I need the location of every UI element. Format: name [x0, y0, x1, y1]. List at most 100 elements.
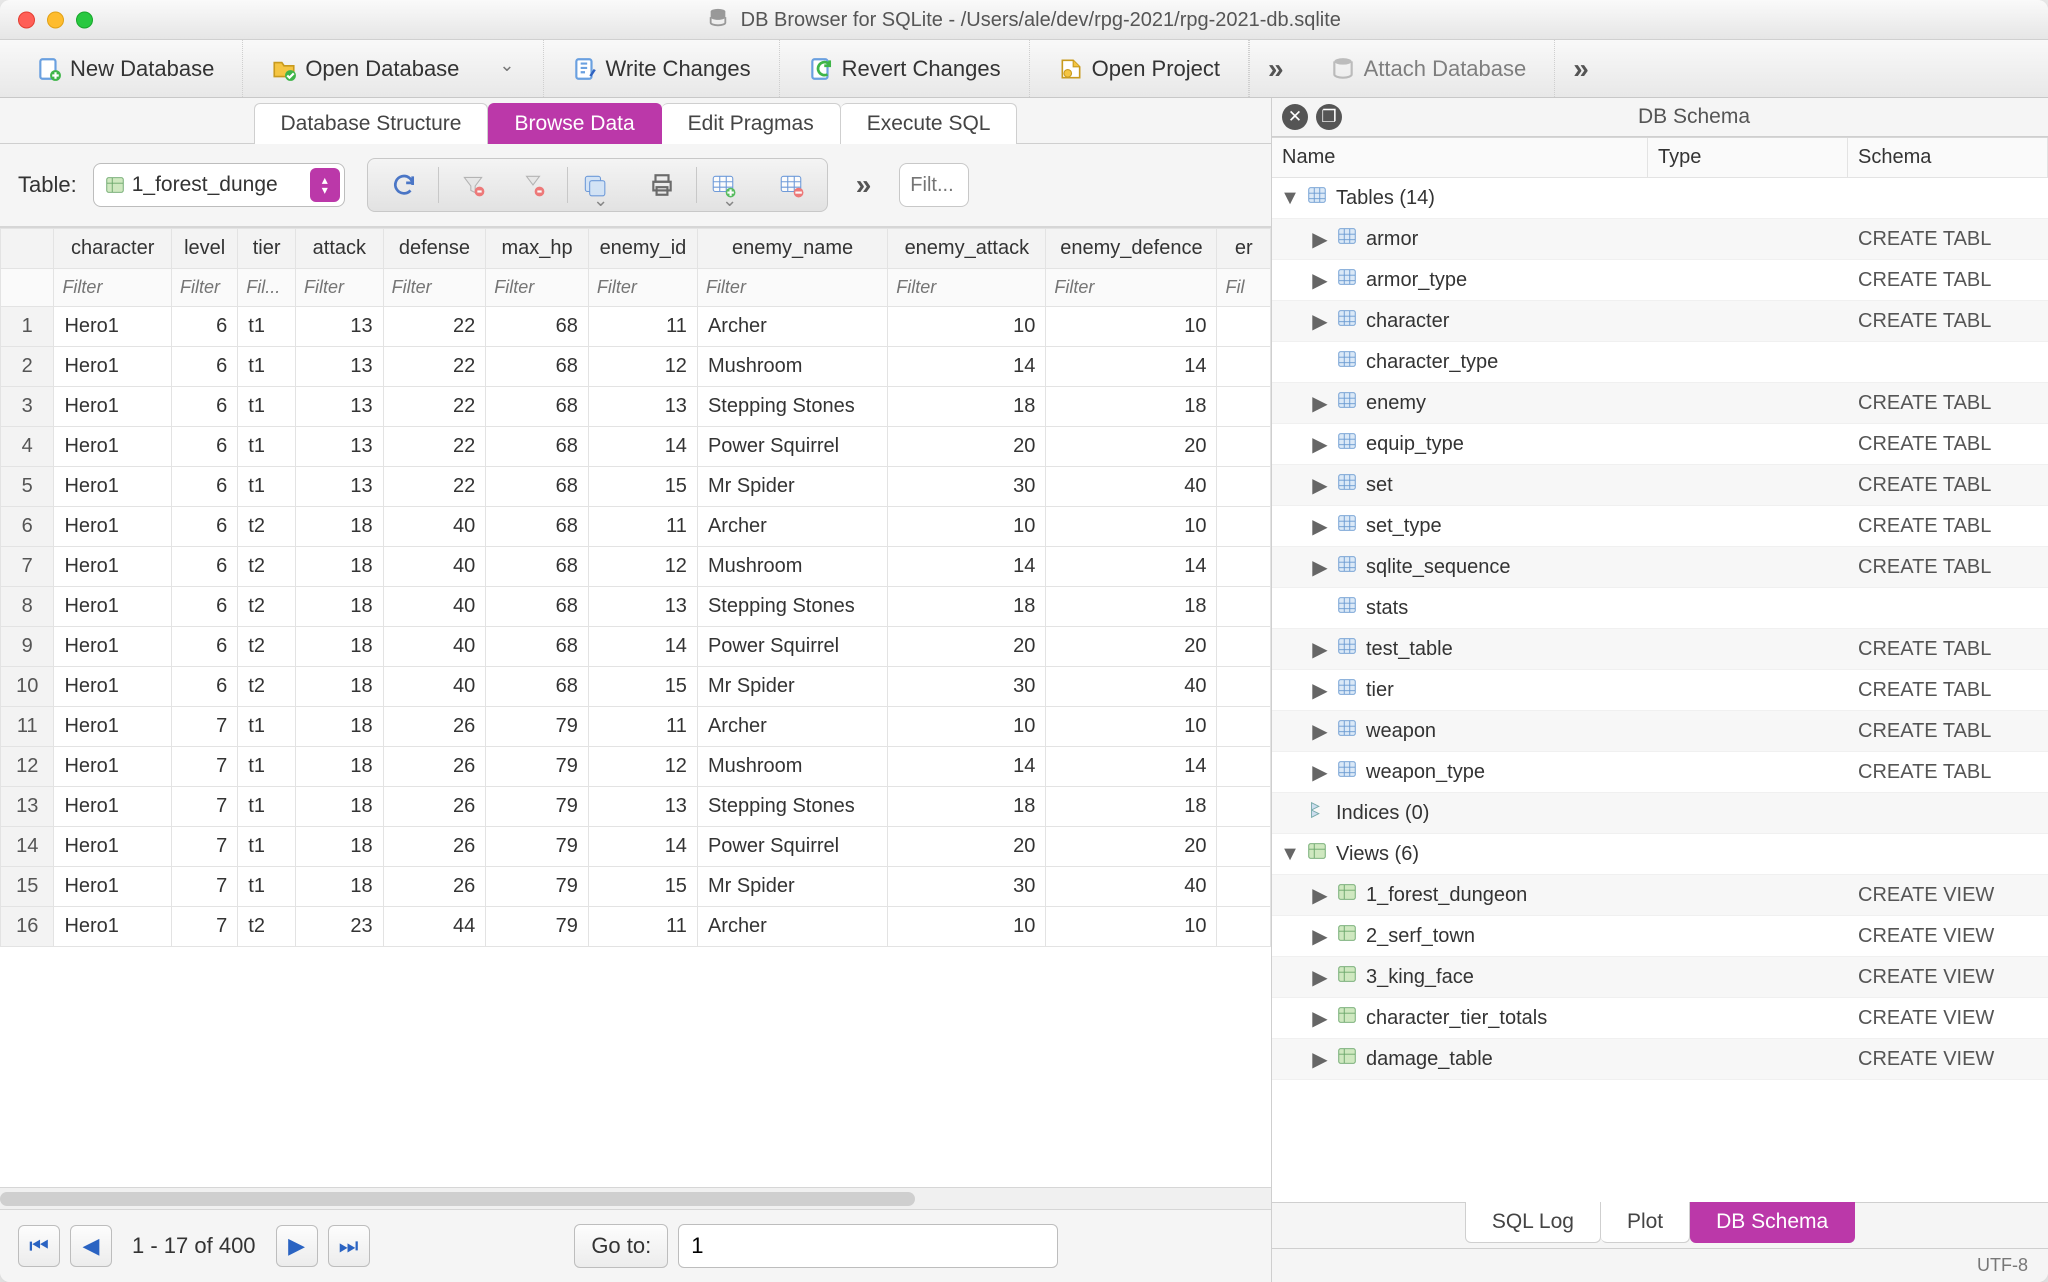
column-filter-character[interactable]	[58, 271, 167, 304]
rownum-cell[interactable]: 16	[1, 907, 54, 947]
cell-level[interactable]: 7	[172, 827, 238, 867]
panel-close-button[interactable]: ✕	[1282, 104, 1308, 130]
cell-character[interactable]: Hero1	[54, 787, 172, 827]
table-row[interactable]: 16Hero17t223447911Archer1010	[1, 907, 1271, 947]
tree-group[interactable]: ▼Views (6)	[1272, 834, 2048, 875]
rownum-cell[interactable]: 3	[1, 387, 54, 427]
table-row[interactable]: 12Hero17t118267912Mushroom1414	[1, 747, 1271, 787]
tree-item[interactable]: character_type	[1272, 342, 2048, 383]
cell-tier[interactable]: t1	[238, 747, 296, 787]
cell-enemy_name[interactable]: Stepping Stones	[697, 787, 887, 827]
column-filter-enemy_defence[interactable]	[1050, 271, 1212, 304]
column-header-character[interactable]: character	[54, 229, 172, 269]
column-filter-enemy_name[interactable]	[702, 271, 883, 304]
cell-max_hp[interactable]: 68	[486, 307, 589, 347]
pager-last-button[interactable]: ⏭	[328, 1225, 370, 1267]
cell-max_hp[interactable]: 68	[486, 427, 589, 467]
cell-max_hp[interactable]: 79	[486, 827, 589, 867]
rownum-header[interactable]	[1, 229, 54, 269]
cell-enemy_defence[interactable]: 14	[1046, 547, 1217, 587]
cell-max_hp[interactable]: 68	[486, 587, 589, 627]
table-row[interactable]: 2Hero16t113226812Mushroom1414	[1, 347, 1271, 387]
clear-filters-button[interactable]	[443, 163, 503, 207]
toolbar-overflow-button[interactable]: »	[1249, 40, 1302, 97]
cell-character[interactable]: Hero1	[54, 547, 172, 587]
attach-database-button[interactable]: Attach Database	[1302, 40, 1555, 97]
cell-enemy_defence[interactable]: 10	[1046, 307, 1217, 347]
cell-tier[interactable]: t1	[238, 787, 296, 827]
disclosure-triangle-icon[interactable]: ▶	[1312, 473, 1328, 498]
column-filter-defense[interactable]	[388, 271, 482, 304]
tree-item[interactable]: ▶weaponCREATE TABL	[1272, 711, 2048, 752]
cell-defense[interactable]: 22	[383, 427, 486, 467]
pager-prev-button[interactable]: ◀	[70, 1225, 112, 1267]
cell-level[interactable]: 6	[172, 587, 238, 627]
cell-enemy_attack[interactable]: 10	[888, 707, 1046, 747]
cell-enemy_defence[interactable]: 10	[1046, 707, 1217, 747]
cell-enemy_name[interactable]: Mr Spider	[697, 467, 887, 507]
cell-tier[interactable]: t1	[238, 827, 296, 867]
table-toolbar-overflow[interactable]: »	[838, 169, 890, 201]
cell-attack[interactable]: 13	[296, 347, 384, 387]
cell-attack[interactable]: 18	[296, 587, 384, 627]
table-row[interactable]: 14Hero17t118267914Power Squirrel2020	[1, 827, 1271, 867]
cell-attack[interactable]: 13	[296, 387, 384, 427]
tab-database-structure[interactable]: Database Structure	[254, 103, 489, 144]
table-row[interactable]: 5Hero16t113226815Mr Spider3040	[1, 467, 1271, 507]
goto-input[interactable]	[678, 1224, 1058, 1268]
cell-level[interactable]: 6	[172, 627, 238, 667]
disclosure-triangle-icon[interactable]	[1312, 597, 1328, 620]
cell-enemy_id[interactable]: 11	[588, 907, 697, 947]
tree-item[interactable]: ▶sqlite_sequenceCREATE TABL	[1272, 547, 2048, 588]
cell-enemy_name[interactable]: Power Squirrel	[697, 627, 887, 667]
new-database-button[interactable]: New Database	[8, 40, 243, 97]
tree-item[interactable]: ▶1_forest_dungeonCREATE VIEW	[1272, 875, 2048, 916]
cell-enemy_defence[interactable]: 20	[1046, 627, 1217, 667]
disclosure-triangle-icon[interactable]: ▶	[1312, 391, 1328, 416]
window-minimize-button[interactable]	[47, 11, 64, 28]
tree-item[interactable]: ▶tierCREATE TABL	[1272, 670, 2048, 711]
column-filter-max_hp[interactable]	[490, 271, 584, 304]
cell-defense[interactable]: 40	[383, 667, 486, 707]
cell-enemy_name[interactable]: Mushroom	[697, 347, 887, 387]
clear-sort-button[interactable]	[503, 163, 563, 207]
table-row[interactable]: 15Hero17t118267915Mr Spider3040	[1, 867, 1271, 907]
cell-defense[interactable]: 22	[383, 307, 486, 347]
column-header-enemy_name[interactable]: enemy_name	[697, 229, 887, 269]
rownum-cell[interactable]: 4	[1, 427, 54, 467]
cell-tier[interactable]: t1	[238, 427, 296, 467]
disclosure-triangle-icon[interactable]: ▶	[1312, 1006, 1328, 1031]
cell-attack[interactable]: 18	[296, 707, 384, 747]
cell-attack[interactable]: 18	[296, 867, 384, 907]
cell-character[interactable]: Hero1	[54, 747, 172, 787]
cell-max_hp[interactable]: 68	[486, 667, 589, 707]
cell-enemy_defence[interactable]: 40	[1046, 667, 1217, 707]
column-header-er[interactable]: er	[1217, 229, 1271, 269]
cell-enemy_id[interactable]: 12	[588, 347, 697, 387]
cell-enemy_defence[interactable]: 40	[1046, 467, 1217, 507]
cell-enemy_id[interactable]: 14	[588, 427, 697, 467]
cell-level[interactable]: 6	[172, 507, 238, 547]
cell-enemy_defence[interactable]: 10	[1046, 507, 1217, 547]
cell-max_hp[interactable]: 68	[486, 547, 589, 587]
rownum-cell[interactable]: 5	[1, 467, 54, 507]
cell-tier[interactable]: t1	[238, 347, 296, 387]
cell-enemy_id[interactable]: 11	[588, 507, 697, 547]
cell-max_hp[interactable]: 68	[486, 467, 589, 507]
cell-enemy_id[interactable]: 14	[588, 827, 697, 867]
table-row[interactable]: 7Hero16t218406812Mushroom1414	[1, 547, 1271, 587]
cell-enemy_id[interactable]: 14	[588, 627, 697, 667]
cell-level[interactable]: 6	[172, 307, 238, 347]
rownum-cell[interactable]: 8	[1, 587, 54, 627]
disclosure-triangle-icon[interactable]: ▶	[1312, 227, 1328, 252]
cell-tier[interactable]: t2	[238, 507, 296, 547]
schema-tree[interactable]: ▼Tables (14)▶armorCREATE TABL▶armor_type…	[1272, 178, 2048, 1080]
cell-enemy_id[interactable]: 13	[588, 787, 697, 827]
tree-item[interactable]: ▶set_typeCREATE TABL	[1272, 506, 2048, 547]
disclosure-triangle-icon[interactable]: ▶	[1312, 637, 1328, 662]
cell-tier[interactable]: t1	[238, 467, 296, 507]
cell-enemy_id[interactable]: 12	[588, 547, 697, 587]
disclosure-triangle-icon[interactable]: ▶	[1312, 432, 1328, 457]
cell-enemy_name[interactable]: Mushroom	[697, 547, 887, 587]
cell-enemy_name[interactable]: Archer	[697, 307, 887, 347]
